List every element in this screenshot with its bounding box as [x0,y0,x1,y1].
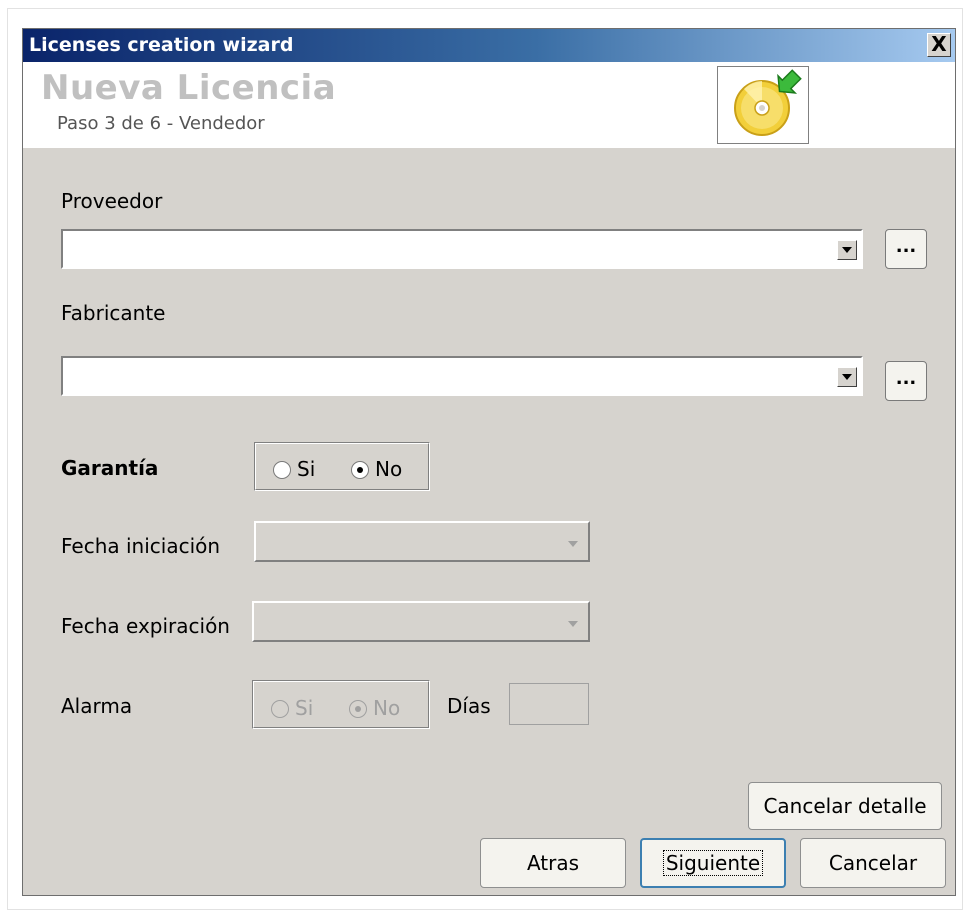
alarma-no-radio[interactable] [349,700,367,718]
garantia-label: Garantía [61,456,159,480]
alarma-radio-group: Si No [252,680,430,729]
step-subtitle: Paso 3 de 6 - Vendedor [57,113,265,134]
alarma-no-label[interactable]: No [373,696,400,720]
fecha-expiracion-picker[interactable] [252,601,590,642]
garantia-no-label[interactable]: No [375,457,402,481]
fabricante-label: Fabricante [61,301,166,325]
garantia-si-label[interactable]: Si [297,457,315,481]
title-bar[interactable]: Licenses creation wizard X [23,29,955,62]
fabricante-combobox[interactable] [61,356,863,396]
alarma-si-radio[interactable] [271,700,289,718]
fabricante-browse-button[interactable]: ... [885,361,927,401]
cancelar-detalle-button[interactable]: Cancelar detalle [748,782,942,830]
proveedor-browse-button[interactable]: ... [885,229,927,269]
chevron-down-icon[interactable] [564,535,584,555]
fecha-iniciacion-picker[interactable] [254,521,590,562]
wizard-window: Licenses creation wizard X Nueva Licenci… [22,28,956,896]
chevron-down-icon[interactable] [837,367,857,387]
alarma-si-label[interactable]: Si [295,696,313,720]
garantia-radio-group: Si No [254,442,430,491]
siguiente-label: Siguiente [662,850,764,876]
proveedor-combobox[interactable] [61,229,863,269]
atras-button[interactable]: Atras [480,838,626,888]
logo-frame [717,66,809,144]
fecha-iniciacion-label: Fecha iniciación [61,534,221,558]
close-icon: X [931,32,947,56]
chevron-down-icon[interactable] [564,615,584,635]
wizard-header: Nueva Licencia Paso 3 de 6 - Vendedor [23,62,955,148]
fecha-expiracion-label: Fecha expiración [61,614,230,638]
window-title: Licenses creation wizard [29,34,294,56]
garantia-si-radio[interactable] [273,461,291,479]
siguiente-button[interactable]: Siguiente [640,838,786,888]
close-button[interactable]: X [927,33,951,57]
dias-label: Días [447,694,491,718]
alarma-label: Alarma [61,694,133,718]
dias-input[interactable] [509,683,589,725]
proveedor-label: Proveedor [61,189,163,213]
cd-add-icon [734,69,802,136]
cancelar-button[interactable]: Cancelar [800,838,946,888]
page-title: Nueva Licencia [41,68,337,108]
garantia-no-radio[interactable] [351,461,369,479]
chevron-down-icon[interactable] [837,240,857,260]
